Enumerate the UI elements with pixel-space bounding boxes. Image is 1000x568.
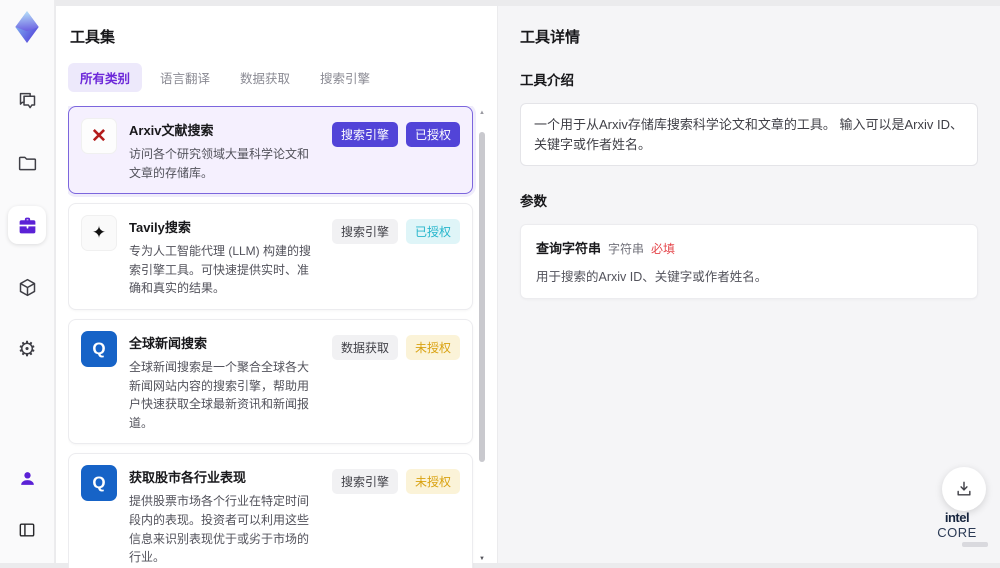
param-type: 字符串 bbox=[608, 240, 644, 257]
intro-text-box: 一个用于从Arxiv存储库搜索科学论文和文章的工具。 输入可以是Arxiv ID… bbox=[520, 103, 978, 166]
intel-logo-text: intel bbox=[945, 510, 969, 525]
user-avatar-button[interactable] bbox=[8, 459, 46, 497]
stock-logo-icon: Q bbox=[81, 465, 117, 501]
tool-description: 专为人工智能代理 (LLM) 构建的搜索引擎工具。可快速提供实时、准确和真实的结… bbox=[129, 242, 320, 298]
user-icon bbox=[18, 469, 37, 488]
download-icon bbox=[954, 479, 974, 499]
tab-search-engine[interactable]: 搜索引擎 bbox=[308, 63, 382, 92]
tool-title: Arxiv文献搜索 bbox=[129, 120, 320, 139]
page-title: 工具集 bbox=[70, 26, 487, 47]
briefcase-icon bbox=[17, 215, 38, 236]
category-badge: 搜索引擎 bbox=[332, 122, 398, 147]
sidebar-item-models[interactable] bbox=[8, 268, 46, 306]
category-badge: 搜索引擎 bbox=[332, 469, 398, 494]
scroll-down-icon[interactable]: ▼ bbox=[479, 556, 485, 562]
params-heading: 参数 bbox=[520, 190, 978, 210]
tool-card-tavily[interactable]: ✦ Tavily搜索 专为人工智能代理 (LLM) 构建的搜索引擎工具。可快速提… bbox=[68, 203, 473, 310]
folder-icon bbox=[17, 153, 38, 174]
scrollbar-thumb[interactable] bbox=[479, 132, 485, 462]
tool-title: 获取股市各行业表现 bbox=[129, 467, 320, 486]
intel-core-badge: intel CORE bbox=[926, 511, 988, 547]
tool-details-panel: 工具详情 工具介绍 一个用于从Arxiv存储库搜索科学论文和文章的工具。 输入可… bbox=[498, 6, 1000, 563]
sidebar-item-chat[interactable] bbox=[8, 82, 46, 120]
tool-card-stock-sector[interactable]: Q 获取股市各行业表现 提供股票市场各个行业在特定时间段内的表现。投资者可以利用… bbox=[68, 453, 473, 568]
tab-data-fetch[interactable]: 数据获取 bbox=[228, 63, 302, 92]
auth-status-badge: 未授权 bbox=[406, 335, 460, 360]
tool-description: 访问各个研究领域大量科学论文和文章的存储库。 bbox=[129, 145, 320, 182]
auth-status-badge: 未授权 bbox=[406, 469, 460, 494]
tool-description: 全球新闻搜索是一个聚合全球各大新闻网站内容的搜索引擎，帮助用户快速获取全球最新资… bbox=[129, 358, 320, 432]
tab-language-translation[interactable]: 语言翻译 bbox=[148, 63, 222, 92]
tab-all-categories[interactable]: 所有类别 bbox=[68, 63, 142, 92]
category-badge: 搜索引擎 bbox=[332, 219, 398, 244]
panel-toggle-icon bbox=[17, 520, 37, 540]
scroll-up-icon[interactable]: ▲ bbox=[479, 110, 485, 116]
details-title: 工具详情 bbox=[520, 26, 978, 47]
sidebar-rail: ⚙ bbox=[0, 0, 55, 563]
auth-status-badge: 已授权 bbox=[406, 219, 460, 244]
category-badge: 数据获取 bbox=[332, 335, 398, 360]
tool-card-global-news[interactable]: Q 全球新闻搜索 全球新闻搜索是一个聚合全球各大新闻网站内容的搜索引擎，帮助用户… bbox=[68, 319, 473, 444]
download-button[interactable] bbox=[942, 467, 986, 511]
chat-icon bbox=[17, 91, 38, 112]
arxiv-logo-icon: ✕ bbox=[81, 118, 117, 154]
collapse-panel-button[interactable] bbox=[8, 511, 46, 549]
scrollbar[interactable]: ▲ ▼ bbox=[477, 106, 487, 568]
category-tabs: 所有类别 语言翻译 数据获取 搜索引擎 bbox=[68, 63, 487, 92]
param-required-badge: 必填 bbox=[651, 240, 675, 257]
toolset-panel: 工具集 所有类别 语言翻译 数据获取 搜索引擎 ✕ Arxiv文献搜索 访问各个… bbox=[56, 6, 497, 563]
param-description: 用于搜索的Arxiv ID、关键字或作者姓名。 bbox=[536, 266, 962, 285]
tool-description: 提供股票市场各个行业在特定时间段内的表现。投资者可以利用这些信息来识别表现优于或… bbox=[129, 492, 320, 566]
core-logo-text: CORE bbox=[937, 525, 977, 540]
tool-title: Tavily搜索 bbox=[129, 217, 320, 236]
param-card: 查询字符串 字符串 必填 用于搜索的Arxiv ID、关键字或作者姓名。 bbox=[520, 224, 978, 299]
tool-title: 全球新闻搜索 bbox=[129, 333, 320, 352]
auth-status-badge: 已授权 bbox=[406, 122, 460, 147]
app-logo-icon bbox=[10, 10, 44, 44]
news-search-logo-icon: Q bbox=[81, 331, 117, 367]
sidebar-item-files[interactable] bbox=[8, 144, 46, 182]
sidebar-item-toolset[interactable] bbox=[8, 206, 46, 244]
gear-icon: ⚙ bbox=[18, 339, 37, 360]
cube-icon bbox=[17, 277, 38, 298]
tavily-logo-icon: ✦ bbox=[81, 215, 117, 251]
param-name: 查询字符串 bbox=[536, 238, 601, 257]
intro-heading: 工具介绍 bbox=[520, 69, 978, 89]
badge-subtext-mark bbox=[962, 542, 988, 547]
sidebar-item-settings[interactable]: ⚙ bbox=[8, 330, 46, 368]
tool-card-arxiv[interactable]: ✕ Arxiv文献搜索 访问各个研究领域大量科学论文和文章的存储库。 搜索引擎 … bbox=[68, 106, 473, 194]
tool-list: ✕ Arxiv文献搜索 访问各个研究领域大量科学论文和文章的存储库。 搜索引擎 … bbox=[68, 106, 487, 568]
